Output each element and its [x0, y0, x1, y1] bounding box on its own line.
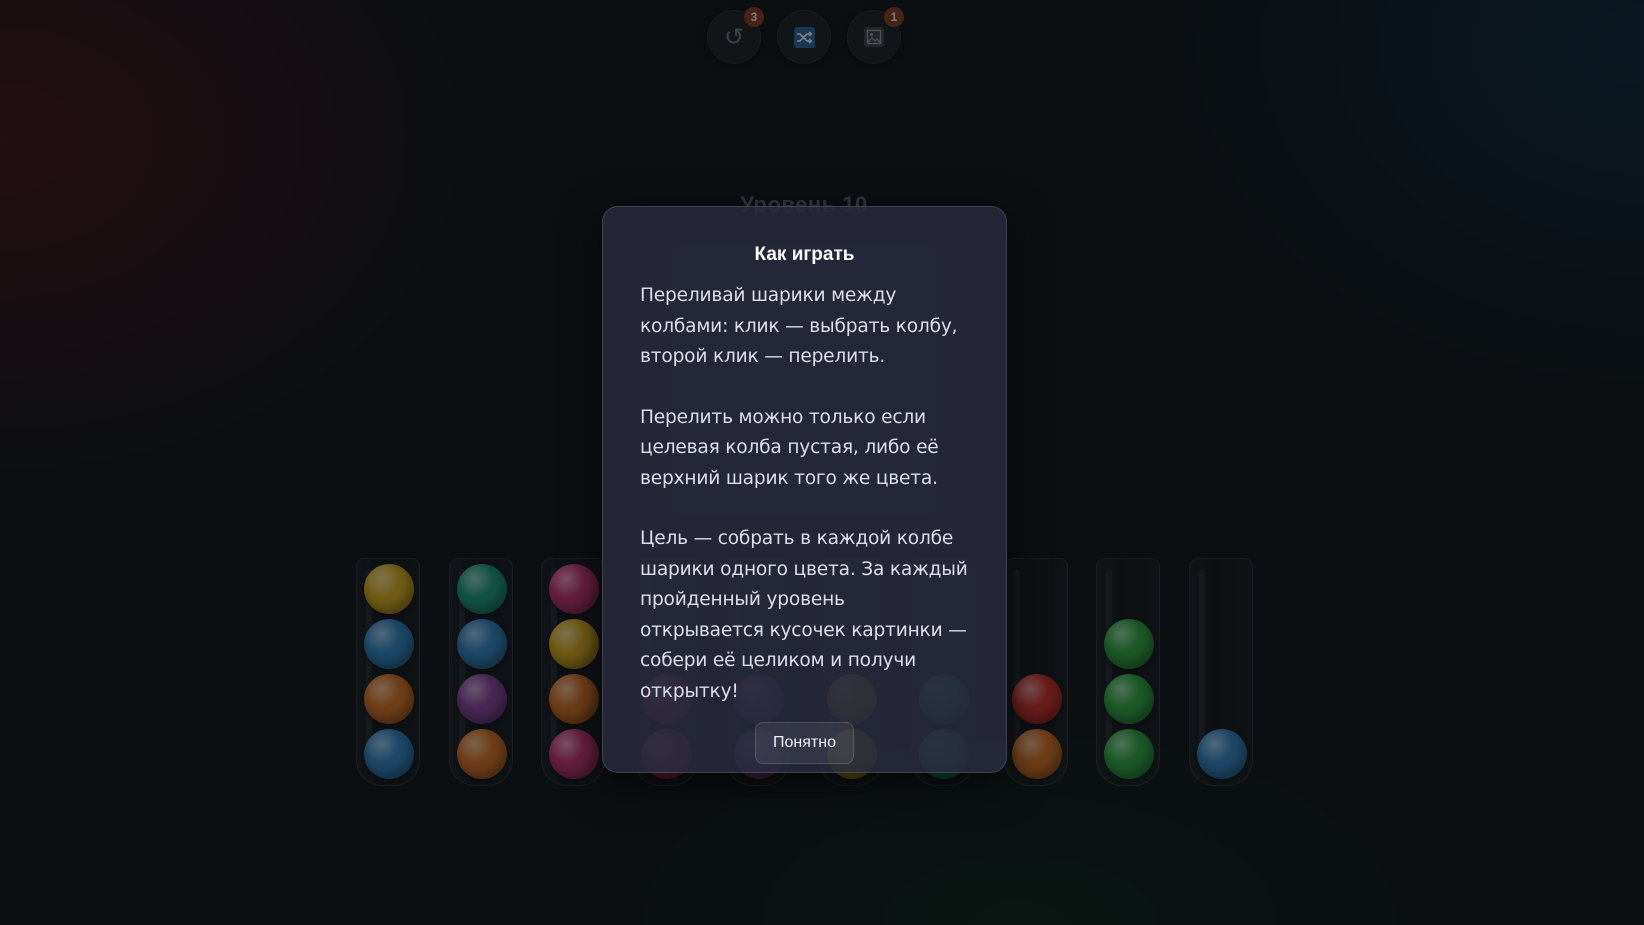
rules-paragraph-1: Переливай шарики между колбами: клик — в… — [640, 285, 958, 367]
rules-paragraph-3: Цель — собрать в каждой колбе шарики одн… — [640, 528, 968, 702]
ok-button[interactable]: Понятно — [755, 722, 854, 764]
how-to-play-dialog: Как играть Переливай шарики между колбам… — [602, 206, 1007, 773]
dialog-body: Переливай шарики между колбами: клик — в… — [640, 281, 969, 707]
rules-paragraph-2: Перелить можно только если целевая колба… — [640, 406, 939, 489]
dialog-title: Как играть — [754, 244, 855, 265]
